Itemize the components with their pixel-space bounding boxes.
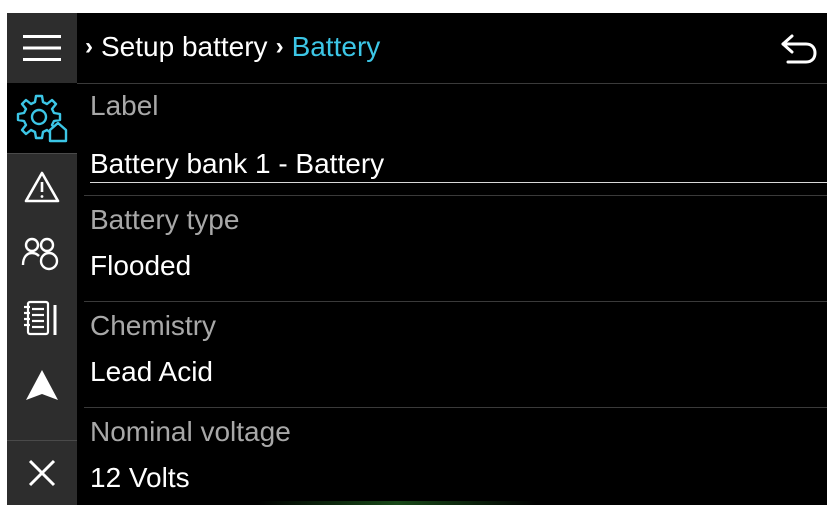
close-icon [28,459,56,487]
menu-icon [23,35,61,61]
setting-nominal-voltage-row[interactable]: Nominal voltage 12 Volts [77,408,827,505]
notebook-icon [24,300,57,336]
settings-home-icon [16,94,68,143]
scroll-indicator [257,501,537,505]
setting-label: Chemistry [90,310,217,341]
setting-value: Lead Acid [90,356,213,387]
back-arrow-icon [781,34,817,64]
sidebar-item-logbook[interactable] [7,286,77,352]
setting-label: Label [90,90,159,121]
setting-value: 12 Volts [90,462,190,493]
breadcrumb-current: Battery [291,31,381,62]
setting-label: Nominal voltage [90,416,291,447]
header: › Setup battery › Battery [77,13,827,84]
breadcrumb-parent[interactable]: Setup battery [101,31,268,63]
setting-chemistry-row[interactable]: Chemistry Lead Acid [77,302,827,407]
close-button[interactable] [7,441,77,505]
setting-value: Flooded [90,250,192,281]
back-button[interactable] [779,29,819,69]
menu-button[interactable] [7,13,77,83]
breadcrumb-chevron-icon: › [85,33,93,60]
sidebar-item-setup[interactable] [7,83,77,153]
device-screen: › Setup battery › Battery Label Battery … [7,13,827,505]
users-icon [21,237,59,271]
setting-label: Battery type [90,204,240,235]
setting-label-row[interactable]: Label Battery bank 1 - Battery [77,84,827,195]
sidebar-item-alerts[interactable] [7,154,77,220]
label-input[interactable]: Battery bank 1 - Battery [90,148,384,180]
warning-icon [24,171,60,203]
breadcrumb-chevron-icon: › [275,33,284,60]
sidebar [7,13,77,505]
navigation-icon [26,370,58,400]
sidebar-item-navigation[interactable] [7,352,77,418]
input-underline [90,182,827,183]
setting-battery-type-row[interactable]: Battery type Flooded [77,196,827,301]
sidebar-item-users[interactable] [7,220,77,286]
breadcrumb: › Setup battery › Battery [85,27,380,67]
